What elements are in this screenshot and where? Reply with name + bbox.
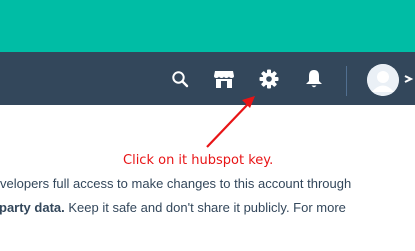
description-line-2: party data. Keep it safe and don't share… bbox=[0, 200, 346, 216]
description-line-1: velopers full access to make changes to … bbox=[0, 176, 352, 191]
marketplace-icon[interactable] bbox=[211, 67, 237, 91]
chevron-down-icon[interactable] bbox=[403, 72, 415, 86]
user-avatar-icon[interactable] bbox=[367, 64, 399, 96]
description-rest-text: Keep it safe and don't share it publicly… bbox=[64, 200, 346, 215]
navigation-bar bbox=[0, 52, 415, 105]
annotation-label: Click on it hubspot key. bbox=[123, 153, 274, 168]
top-banner bbox=[0, 0, 415, 52]
notifications-icon[interactable] bbox=[302, 67, 326, 91]
nav-divider bbox=[346, 66, 347, 96]
settings-icon[interactable] bbox=[257, 67, 281, 91]
description-bold-text: party data. bbox=[0, 200, 65, 215]
search-icon[interactable] bbox=[168, 67, 192, 91]
